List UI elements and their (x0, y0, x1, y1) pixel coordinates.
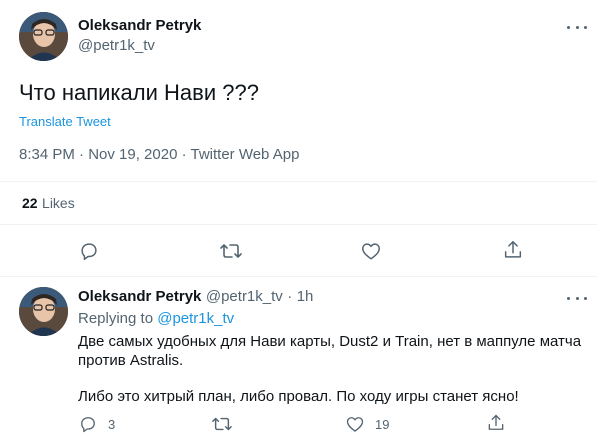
author-handle[interactable]: @petr1k_tv (78, 37, 155, 54)
reply-share-button[interactable] (486, 413, 506, 433)
likes-count: 22 (22, 195, 38, 211)
reply-author-handle[interactable]: @petr1k_tv (206, 288, 283, 305)
retweet-button[interactable] (219, 240, 243, 262)
replying-to: Replying to @petr1k_tv (78, 310, 234, 327)
reply-author-avatar[interactable] (19, 287, 68, 336)
divider (0, 276, 597, 277)
tweet-text: Что напикали Нави ??? (19, 80, 259, 105)
divider (0, 224, 597, 225)
reply-button[interactable] (78, 240, 100, 262)
likes-stat[interactable]: 22 Likes (22, 195, 75, 213)
author-name[interactable]: Oleksandr Petryk (78, 17, 201, 34)
share-icon (486, 413, 506, 433)
like-icon (360, 240, 382, 262)
retweet-icon (211, 414, 233, 434)
like-button[interactable] (360, 240, 382, 262)
reply-icon (78, 414, 98, 434)
reply-count: 3 (108, 416, 116, 432)
share-icon (502, 239, 524, 261)
reply-reply-button[interactable]: 3 (78, 414, 115, 434)
reply-icon (78, 240, 100, 262)
retweet-icon (219, 240, 243, 262)
replying-to-label: Replying to (78, 310, 154, 327)
reply-more-icon[interactable] (567, 291, 587, 305)
translate-tweet-link[interactable]: Translate Tweet (19, 114, 111, 129)
reply-text-line: Две самых удобных для Нави карты, Dust2 … (78, 333, 582, 350)
reply-separator: · (287, 288, 293, 305)
likes-label: Likes (42, 195, 75, 211)
reply-header: Oleksandr Petryk @petr1k_tv · 1h (78, 288, 313, 306)
share-button[interactable] (502, 239, 524, 261)
more-icon[interactable] (567, 20, 587, 34)
like-count: 19 (375, 416, 390, 432)
like-icon (345, 414, 365, 434)
tweet-timestamp[interactable]: 8:34 PM · Nov 19, 2020 · Twitter Web App (19, 146, 299, 163)
reply-like-button[interactable]: 19 (345, 414, 389, 434)
author-avatar[interactable] (19, 12, 68, 61)
reply-text-line: против Astralis. (78, 352, 184, 369)
reply-retweet-button[interactable] (211, 414, 233, 434)
reply-text-line: Либо это хитрый план, либо провал. По хо… (78, 388, 519, 405)
replying-to-handle[interactable]: @petr1k_tv (157, 310, 234, 327)
divider (0, 181, 597, 182)
reply-author-name[interactable]: Oleksandr Petryk (78, 288, 201, 305)
reply-time[interactable]: 1h (297, 288, 314, 305)
